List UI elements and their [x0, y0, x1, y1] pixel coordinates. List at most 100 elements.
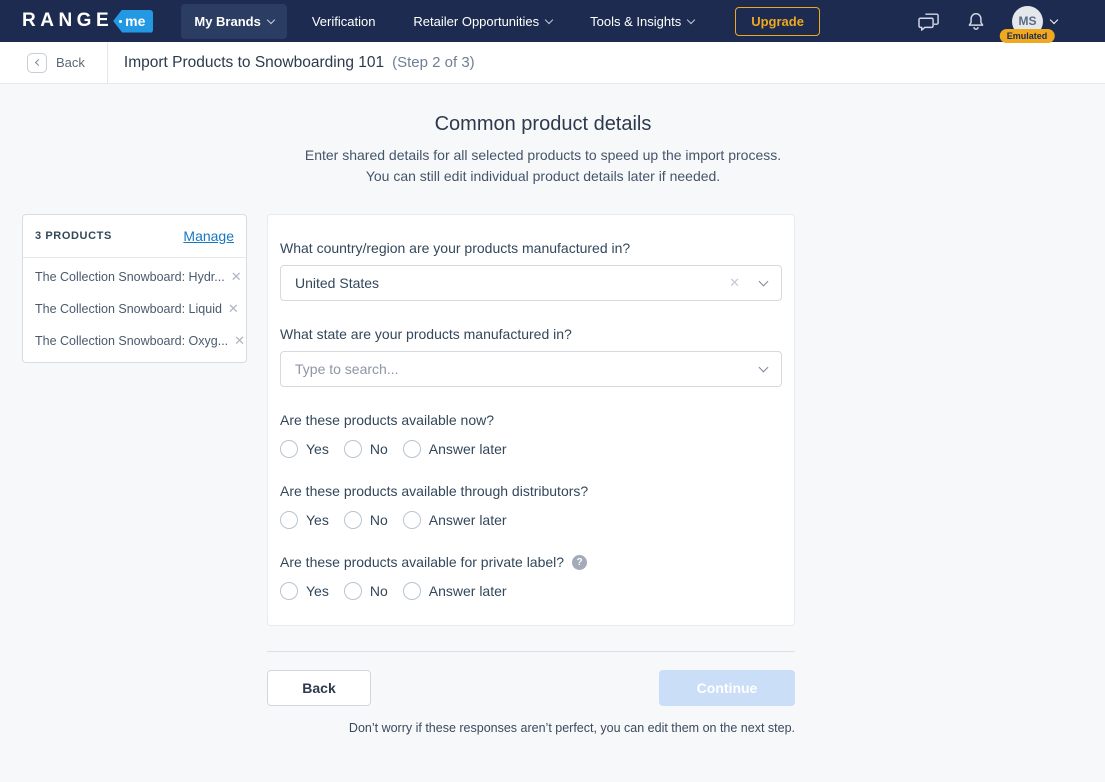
radio-button[interactable]: [344, 511, 362, 529]
radio-option-yes[interactable]: Yes: [280, 582, 329, 600]
chevron-down-icon: [267, 15, 275, 23]
chevron-left-icon: [34, 59, 41, 66]
continue-button[interactable]: Continue: [659, 670, 795, 706]
nav-item-label: Tools & Insights: [590, 14, 681, 29]
radio-option-answer-later[interactable]: Answer later: [403, 511, 507, 529]
radio-group: Yes No Answer later: [280, 440, 782, 458]
emulated-badge: Emulated: [1000, 29, 1055, 43]
clear-selection-icon[interactable]: ✕: [729, 275, 740, 291]
product-list-item: The Collection Snowboard: Liquid✕: [23, 293, 246, 325]
content-area: 3 PRODUCTS Manage The Collection Snowboa…: [22, 214, 1105, 735]
vertical-divider: [107, 42, 108, 84]
back-chip-button[interactable]: [27, 53, 47, 73]
question-label-text: Are these products available now?: [280, 412, 494, 428]
question-label: Are these products available through dis…: [280, 483, 782, 499]
radio-option-answer-later[interactable]: Answer later: [403, 582, 507, 600]
radio-option-label: Answer later: [429, 512, 507, 528]
question-label-text: Are these products available for private…: [280, 554, 564, 570]
question-label-text: Are these products available through dis…: [280, 483, 588, 499]
chevron-down-icon: [759, 363, 769, 373]
radio-option-no[interactable]: No: [344, 511, 388, 529]
logo-text-range: RANGE: [22, 10, 113, 32]
navbar-right: MS Emulated: [918, 6, 1085, 37]
notifications-bell-icon[interactable]: [966, 11, 986, 32]
selected-products-panel: 3 PRODUCTS Manage The Collection Snowboa…: [22, 214, 247, 363]
nav-item-retailer-opportunities[interactable]: Retailer Opportunities: [400, 4, 565, 39]
manage-link[interactable]: Manage: [183, 228, 234, 244]
footer-divider: [267, 651, 795, 652]
radio-option-label: Yes: [306, 583, 329, 599]
nav-item-verification[interactable]: Verification: [299, 4, 389, 39]
radio-button[interactable]: [280, 582, 298, 600]
messages-icon[interactable]: [918, 11, 940, 31]
logo-tag-me: me: [113, 10, 153, 33]
select-placeholder: Type to search...: [295, 361, 760, 377]
question-label: Are these products available for private…: [280, 554, 782, 570]
nav-item-label: My Brands: [194, 14, 260, 29]
select-what-country-region-are-your-p[interactable]: United States✕: [280, 265, 782, 301]
question-what-country-region-are-your-products-ma: What country/region are your products ma…: [280, 240, 782, 301]
question-are-these-products-available-now: Are these products available now? Yes No An…: [280, 412, 782, 458]
radio-button[interactable]: [280, 440, 298, 458]
radio-button[interactable]: [280, 511, 298, 529]
chevron-down-icon: [687, 15, 695, 23]
product-name: The Collection Snowboard: Liquid: [35, 302, 222, 316]
radio-option-label: No: [370, 583, 388, 599]
nav-item-label: Retailer Opportunities: [413, 14, 539, 29]
select-what-state-are-your-products-m[interactable]: Type to search...: [280, 351, 782, 387]
chevron-down-icon: [759, 277, 769, 287]
page-title: Common product details: [0, 113, 1086, 136]
chevron-down-icon: [545, 15, 553, 23]
subtitle-line-2: You can still edit individual product de…: [0, 166, 1086, 187]
back-label[interactable]: Back: [56, 55, 85, 70]
question-label-text: What state are your products manufacture…: [280, 326, 572, 342]
rangeme-logo[interactable]: RANGE me: [22, 10, 153, 33]
footer-buttons: Back Continue: [267, 670, 795, 706]
remove-product-icon[interactable]: ✕: [222, 301, 239, 317]
subheader-bar: Back Import Products to Snowboarding 101…: [0, 42, 1105, 84]
footer-note: Don’t worry if these responses aren’t pe…: [267, 721, 795, 735]
chevron-down-icon: [1050, 15, 1058, 23]
radio-option-no[interactable]: No: [344, 582, 388, 600]
upgrade-button[interactable]: Upgrade: [735, 7, 820, 36]
radio-option-yes[interactable]: Yes: [280, 440, 329, 458]
subtitle-line-1: Enter shared details for all selected pr…: [0, 145, 1086, 166]
question-are-these-products-available-for-private: Are these products available for private…: [280, 554, 782, 600]
products-count-label: 3 PRODUCTS: [35, 230, 112, 242]
products-panel-header: 3 PRODUCTS Manage: [23, 215, 246, 258]
product-name: The Collection Snowboard: Hydr...: [35, 270, 225, 284]
product-name: The Collection Snowboard: Oxyg...: [35, 334, 228, 348]
radio-option-no[interactable]: No: [344, 440, 388, 458]
remove-product-icon[interactable]: ✕: [225, 269, 242, 285]
radio-option-label: No: [370, 512, 388, 528]
nav-item-label: Verification: [312, 14, 376, 29]
radio-button[interactable]: [403, 582, 421, 600]
radio-button[interactable]: [344, 440, 362, 458]
nav-item-my-brands[interactable]: My Brands: [181, 4, 286, 39]
radio-option-label: No: [370, 441, 388, 457]
top-navbar: RANGE me My Brands Verification Retailer O…: [0, 0, 1105, 42]
remove-product-icon[interactable]: ✕: [228, 333, 245, 349]
question-label-text: What country/region are your products ma…: [280, 240, 630, 256]
radio-button[interactable]: [344, 582, 362, 600]
nav-item-tools-insights[interactable]: Tools & Insights: [577, 4, 707, 39]
page-header: Common product details Enter shared deta…: [0, 113, 1086, 187]
common-details-form: What country/region are your products ma…: [267, 214, 795, 626]
question-what-state-are-your-products-manufacture: What state are your products manufacture…: [280, 326, 782, 387]
radio-option-answer-later[interactable]: Answer later: [403, 440, 507, 458]
radio-group: Yes No Answer later: [280, 582, 782, 600]
question-label: What country/region are your products ma…: [280, 240, 782, 256]
account-menu[interactable]: MS Emulated: [1012, 6, 1057, 37]
question-are-these-products-available-through-dis: Are these products available through dis…: [280, 483, 782, 529]
back-button[interactable]: Back: [267, 670, 371, 706]
nav-items: My Brands Verification Retailer Opportunit…: [169, 4, 707, 39]
step-indicator: (Step 2 of 3): [392, 54, 475, 71]
radio-option-label: Answer later: [429, 441, 507, 457]
product-list-item: The Collection Snowboard: Hydr...✕: [23, 261, 246, 293]
page-subtitle: Enter shared details for all selected pr…: [0, 145, 1086, 187]
radio-button[interactable]: [403, 511, 421, 529]
help-icon[interactable]: ?: [572, 555, 587, 570]
flow-title: Import Products to Snowboarding 101: [124, 54, 384, 72]
radio-option-yes[interactable]: Yes: [280, 511, 329, 529]
radio-button[interactable]: [403, 440, 421, 458]
